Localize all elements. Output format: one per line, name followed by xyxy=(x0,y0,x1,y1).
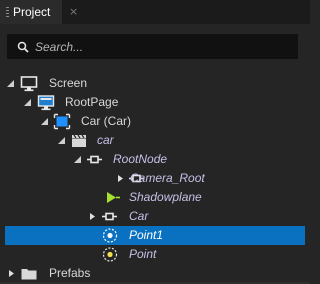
node-icon xyxy=(100,170,118,187)
tab-project[interactable]: Project xyxy=(0,0,62,24)
expanded-arrow-icon[interactable] xyxy=(57,136,66,145)
page-icon xyxy=(37,95,55,111)
tree-item-car[interactable]: Car xyxy=(0,207,310,226)
tree-item-label: Screen xyxy=(49,76,88,90)
expanded-arrow-icon[interactable] xyxy=(40,117,49,126)
tree-item-shadowplane[interactable]: Shadowplane xyxy=(0,188,310,207)
expanded-arrow-icon[interactable] xyxy=(23,98,32,107)
tree-item-label: car xyxy=(97,133,114,147)
tree-item-label: RootPage xyxy=(65,95,119,109)
tree-item-label: Shadowplane xyxy=(129,190,202,204)
point-light-icon xyxy=(102,247,118,262)
search-input[interactable] xyxy=(35,37,285,56)
tree-item-label: Car (Car) xyxy=(81,114,131,128)
tree-item-camera-root[interactable]: Camera_Root xyxy=(0,169,310,188)
tree-item-label: Camera_Root xyxy=(130,171,205,185)
tree-item-point1[interactable]: Point1 xyxy=(5,226,305,245)
clapper-icon xyxy=(72,134,86,147)
tree-item-label: Car xyxy=(129,209,149,223)
point-light-icon xyxy=(102,228,118,243)
tree-item-label: Point xyxy=(129,247,157,261)
search-icon xyxy=(17,41,29,53)
tree-item-car-scene[interactable]: Car (Car) xyxy=(0,112,310,131)
collapsed-arrow-icon[interactable] xyxy=(7,269,16,278)
tree-item-car-scene-root[interactable]: car xyxy=(0,131,310,150)
node-icon xyxy=(102,212,117,221)
mesh-icon xyxy=(107,192,120,203)
search-box[interactable] xyxy=(7,34,298,59)
drag-grip-icon[interactable] xyxy=(6,7,9,17)
panel-tab-bar: Project × xyxy=(0,0,310,24)
tree-item-rootnode[interactable]: RootNode xyxy=(0,150,310,169)
node-icon xyxy=(87,155,102,164)
tree-item-screen[interactable]: Screen xyxy=(0,74,310,93)
folder-icon xyxy=(21,269,37,280)
tree-item-label: Point1 xyxy=(129,228,164,242)
expanded-arrow-icon[interactable] xyxy=(73,155,82,164)
tree-item-point[interactable]: Point xyxy=(0,245,310,264)
collapsed-arrow-icon[interactable] xyxy=(88,212,97,221)
tree-item-label: Prefabs xyxy=(49,266,91,280)
close-icon[interactable]: × xyxy=(69,5,78,18)
tree-item-prefabs[interactable]: Prefabs xyxy=(0,264,310,283)
tab-project-label: Project xyxy=(13,5,51,19)
car-scene-icon xyxy=(53,113,71,130)
tree-item-rootpage[interactable]: RootPage xyxy=(0,93,310,112)
tree-item-label: RootNode xyxy=(113,152,168,166)
expanded-arrow-icon[interactable] xyxy=(6,79,15,88)
monitor-icon xyxy=(20,76,38,92)
